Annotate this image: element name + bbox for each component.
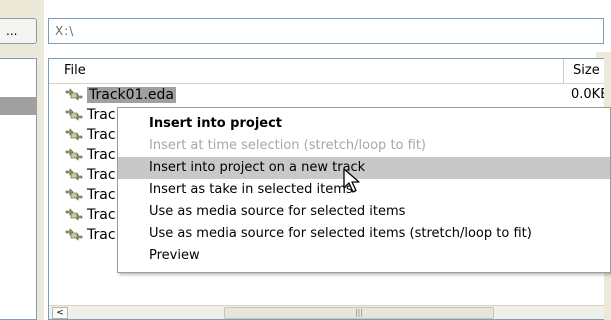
file-name: Trac	[87, 227, 116, 243]
menu-item-use-as-media-source[interactable]: Use as media source for selected items	[118, 201, 610, 223]
menu-item-use-as-media-source-stretch[interactable]: Use as media source for selected items (…	[118, 223, 610, 245]
file-name: Trac	[87, 207, 116, 223]
audio-file-icon	[65, 168, 83, 181]
folder-list[interactable]	[0, 58, 37, 320]
list-header: File Size	[49, 59, 604, 84]
file-name: Trac	[87, 187, 116, 203]
media-explorer-window: ... X:\ File Size Track01.eda 0.0KB	[0, 0, 611, 320]
file-name: Trac	[87, 127, 116, 143]
audio-file-icon	[65, 188, 83, 201]
menu-item-insert-at-time-selection: Insert at time selection (stretch/loop t…	[149, 138, 426, 153]
file-row[interactable]: Track01.eda 0.0KB	[49, 85, 604, 105]
column-header-size[interactable]: Size	[567, 59, 604, 83]
scroll-left-arrow[interactable]: <	[52, 307, 68, 319]
menu-item-preview[interactable]: Preview	[118, 245, 610, 267]
audio-file-icon	[65, 228, 83, 241]
scroll-thumb[interactable]: |||	[224, 307, 494, 319]
file-name: Trac	[87, 167, 116, 183]
audio-file-icon	[65, 208, 83, 221]
audio-file-icon	[65, 128, 83, 141]
audio-file-icon	[65, 148, 83, 161]
browse-button[interactable]: ...	[0, 18, 37, 44]
left-pane: ...	[0, 0, 44, 320]
column-header-file[interactable]: File	[49, 59, 564, 83]
mouse-pointer-icon	[343, 168, 360, 193]
file-size: 0.0KB	[571, 87, 604, 102]
file-name: Trac	[87, 147, 116, 163]
audio-file-icon	[65, 108, 83, 121]
horizontal-scrollbar[interactable]: < |||	[49, 305, 604, 319]
file-name: Trac	[87, 107, 116, 123]
audio-file-icon	[65, 88, 83, 101]
path-input[interactable]: X:\	[48, 18, 604, 44]
file-name: Track01.eda	[87, 87, 176, 103]
folder-list-selection[interactable]	[0, 97, 37, 115]
menu-item-insert-into-project[interactable]: Insert into project	[118, 113, 610, 135]
